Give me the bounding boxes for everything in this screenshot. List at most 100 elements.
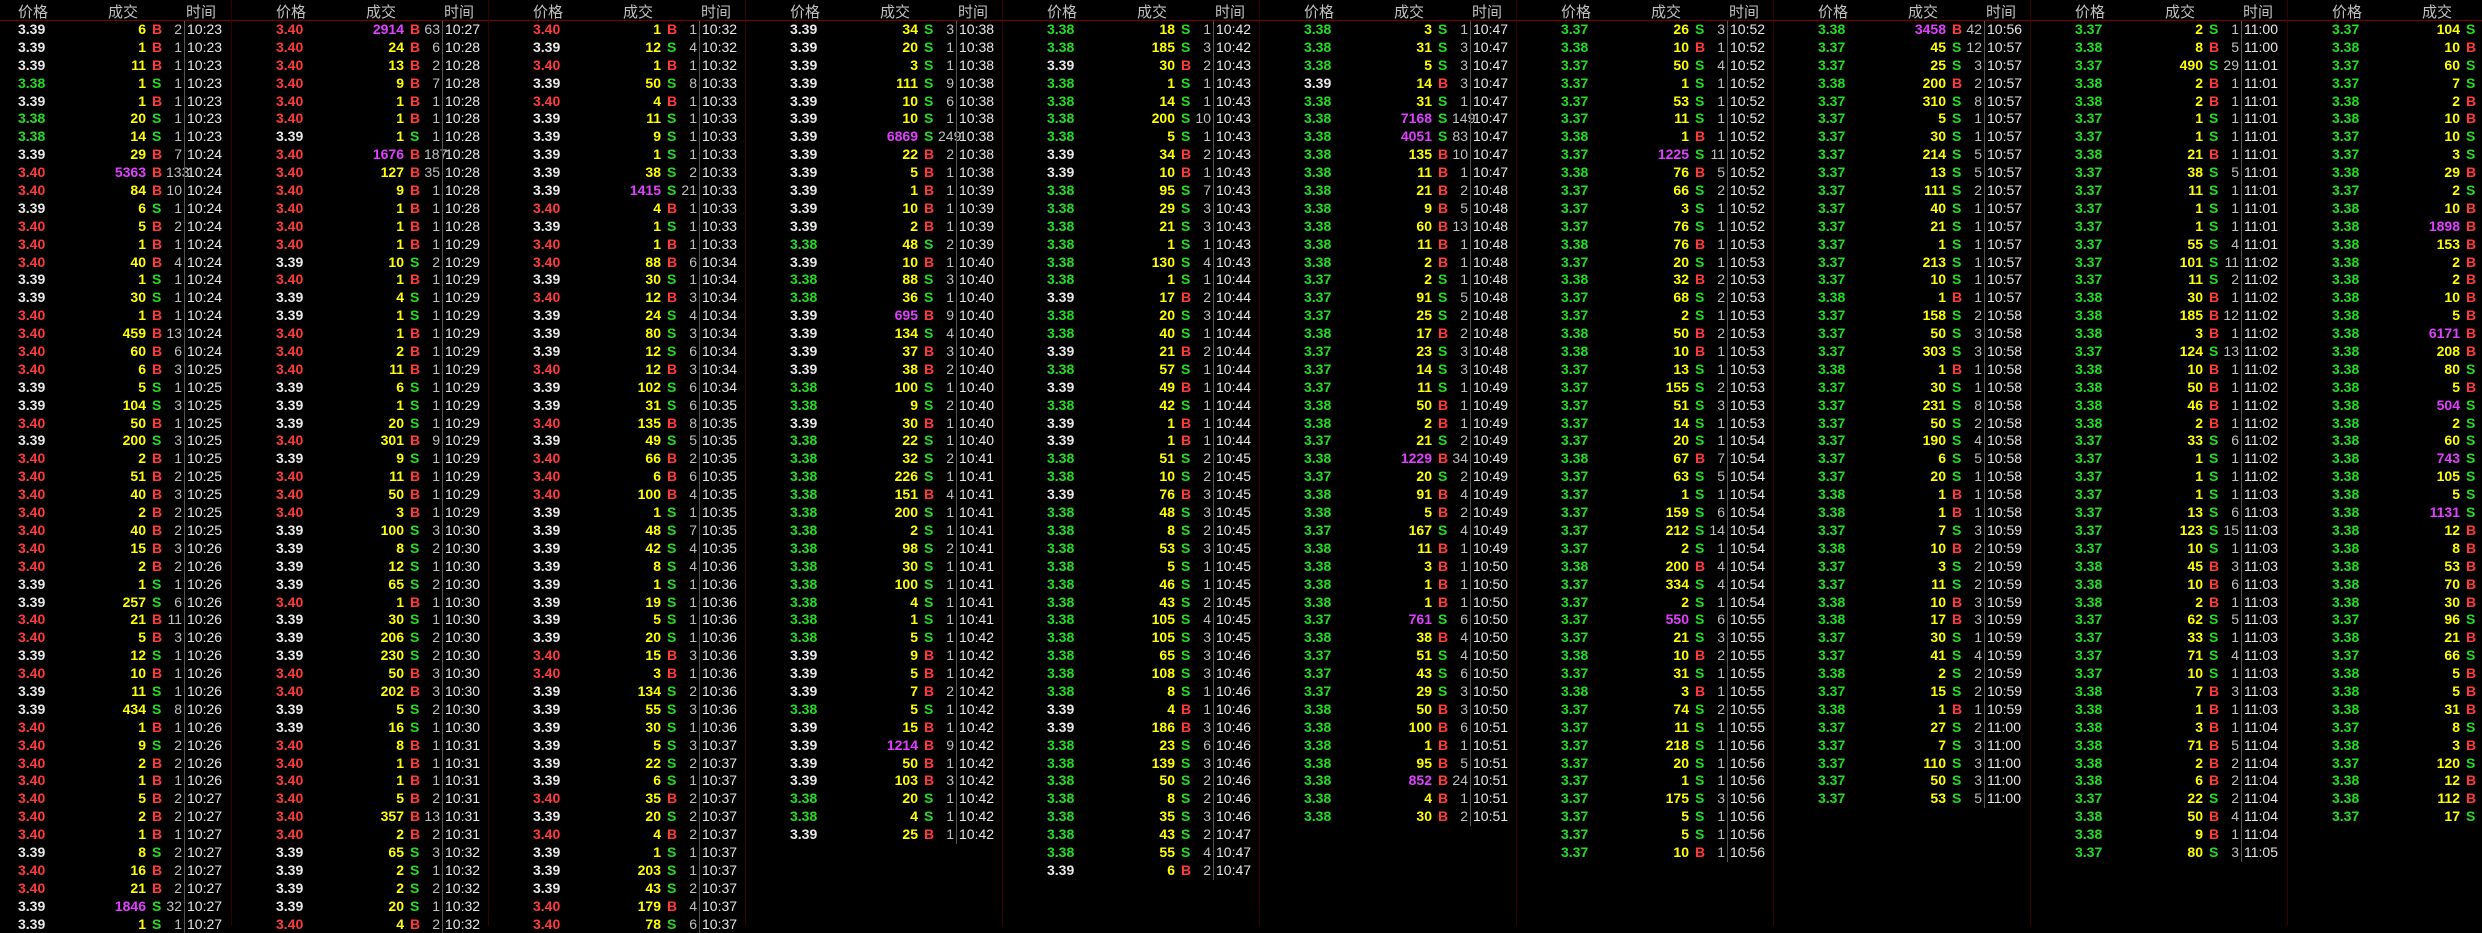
- side-flag: B: [924, 665, 935, 682]
- tick-row: 3.39 186 B 3 10:46: [1003, 718, 1260, 737]
- time-cell: 10:48: [1470, 360, 1508, 379]
- price-cell: 3.39: [533, 754, 561, 771]
- side-flag: S: [152, 647, 162, 664]
- price-cell: 3.40: [276, 199, 304, 216]
- time-cell: 10:44: [1213, 325, 1251, 344]
- price-cell: 3.37: [1304, 682, 1332, 699]
- tick-row: 3.38 6 B 2 11:04: [2031, 772, 2288, 791]
- volume-cell: 2: [138, 557, 146, 574]
- price-cell: 3.38: [790, 378, 818, 395]
- price-cell: 3.40: [533, 897, 561, 914]
- tick-row: 3.39 5 S 3 10:37: [489, 736, 746, 755]
- time-cell: 10:23: [184, 92, 222, 111]
- side-flag: B: [1181, 146, 1192, 163]
- time-cell: 10:59: [1984, 665, 2022, 683]
- trade-count-cell: 1: [174, 92, 182, 109]
- tick-row: 3.37 38 S 5 11:01: [2031, 164, 2288, 183]
- trade-count-cell: 3: [174, 486, 182, 503]
- trade-count-cell: 1: [1460, 92, 1468, 109]
- tick-row: 3.38 4051 S 83 10:47: [1260, 128, 1517, 147]
- side-flag: S: [667, 504, 677, 521]
- tick-column: 价格 成交 时间 3.38 18 S 1 10:42 3.38 185 S 3 10:42 3.39 30 B…: [1002, 0, 1260, 926]
- tick-row: 3.37 13 S 1 10:53: [1517, 360, 1774, 379]
- trade-count-cell: 3: [432, 665, 440, 682]
- time-cell: 10:46: [1213, 665, 1251, 683]
- time-cell: 10:27: [184, 808, 222, 827]
- tick-row: 3.38 11 B 1 10:49: [1260, 539, 1517, 558]
- time-cell: 10:37: [699, 879, 737, 898]
- tick-row: 3.38 135 B 10 10:47: [1260, 146, 1517, 165]
- tick-row: 3.382B1: [2288, 93, 2482, 111]
- side-flag: S: [1181, 647, 1191, 664]
- price-cell: 3.38: [790, 521, 818, 538]
- trade-count-cell: 1: [1460, 396, 1468, 413]
- trade-count-cell: 5: [1460, 199, 1468, 216]
- volume-cell: 7: [910, 682, 918, 699]
- time-cell: 11:02: [2241, 432, 2278, 451]
- trade-count-cell: 1: [174, 647, 182, 664]
- trade-count-cell: 11: [1710, 146, 1725, 163]
- side-flag: S: [2209, 450, 2219, 467]
- trade-count-cell: 1: [432, 718, 440, 735]
- tick-row: 3.38 23 S 6 10:46: [1003, 736, 1260, 755]
- time-cell: 10:42: [956, 665, 994, 683]
- side-flag: S: [1695, 486, 1705, 503]
- price-cell: 3.40: [533, 235, 561, 252]
- side-flag: S: [1695, 146, 1705, 163]
- side-flag: S: [410, 450, 420, 467]
- volume-cell: 1: [138, 575, 146, 592]
- price-cell: 3.38: [1304, 629, 1332, 646]
- tick-row: 3.40 1 B 1 10:30: [232, 593, 489, 612]
- time-cell: 10:29: [442, 378, 480, 397]
- volume-cell: 43: [1159, 826, 1175, 843]
- side-flag: B: [1438, 718, 1449, 735]
- tick-row: 3.38 5 B 2 10:49: [1260, 504, 1517, 522]
- trade-count-cell: 1: [2231, 199, 2239, 216]
- side-flag: S: [1695, 575, 1705, 592]
- side-flag: S: [667, 307, 677, 324]
- tick-row: 3.385S1: [2288, 486, 2482, 504]
- volume-cell: 21: [1159, 343, 1175, 360]
- side-flag: S: [152, 700, 162, 717]
- price-cell: 3.37: [1561, 718, 1589, 735]
- side-flag: B: [152, 56, 163, 73]
- side-flag: S: [410, 396, 420, 413]
- tick-row: 3.39 76 B 3 10:45: [1003, 486, 1260, 505]
- price-cell: 3.37: [2075, 539, 2103, 556]
- tick-row: 3.39 22 S 2 10:37: [489, 754, 746, 773]
- time-cell: 10:26: [184, 682, 222, 701]
- trade-count-cell: 4: [946, 325, 954, 342]
- trade-count-cell: 1: [432, 450, 440, 467]
- tick-row: 3.38 36 S 1 10:40: [746, 289, 1003, 308]
- price-cell: 3.38: [2075, 378, 2103, 395]
- price-cell: 3.38: [1561, 164, 1589, 181]
- header-volume: 成交: [1908, 4, 1939, 21]
- price-cell: 3.37: [2332, 74, 2360, 91]
- header-volume: 成交: [2422, 4, 2453, 21]
- price-cell: 3.38: [2075, 92, 2103, 109]
- tick-row: 3.39 6 B 2 10:23: [0, 21, 231, 39]
- price-cell: 3.39: [18, 593, 46, 610]
- trade-count-cell: 1: [946, 110, 954, 127]
- volume-cell: 76: [1673, 217, 1689, 234]
- tick-row: 3.40 2 B 1 10:25: [0, 450, 231, 469]
- trade-count-cell: 4: [689, 557, 697, 574]
- tick-row: 3.37 30 S 1 10:59: [1774, 629, 2031, 648]
- volume-cell: 10: [388, 253, 404, 270]
- volume-cell: 66: [2444, 647, 2460, 664]
- time-cell: 11:01: [2241, 146, 2278, 165]
- volume-cell: 1: [2195, 700, 2203, 717]
- tick-row: 3.3717S3: [2288, 808, 2482, 826]
- price-cell: 3.40: [533, 915, 561, 932]
- volume-cell: 10: [1159, 164, 1175, 181]
- volume-cell: 310: [1922, 92, 1946, 109]
- trade-count-cell: 3: [1460, 343, 1468, 360]
- trade-count-cell: 3: [1717, 396, 1725, 413]
- side-flag: B: [924, 754, 935, 771]
- volume-cell: 1846: [114, 897, 146, 914]
- trade-count-cell: 1: [432, 217, 440, 234]
- trade-count-cell: 1: [174, 575, 182, 592]
- trade-count-cell: 1: [1974, 217, 1982, 234]
- volume-cell: 214: [1922, 146, 1946, 163]
- tick-row: 3.377S1: [2288, 75, 2482, 93]
